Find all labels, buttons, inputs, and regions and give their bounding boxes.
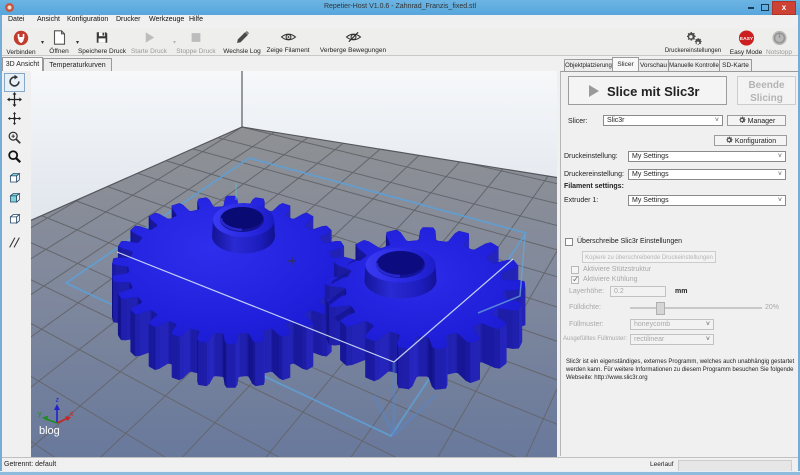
svg-text:y: y [38,411,42,418]
svg-text:z: z [56,397,60,404]
svg-text:EASY: EASY [739,36,753,42]
svg-text:blog: blog [39,425,60,437]
svg-text:x: x [70,411,74,418]
